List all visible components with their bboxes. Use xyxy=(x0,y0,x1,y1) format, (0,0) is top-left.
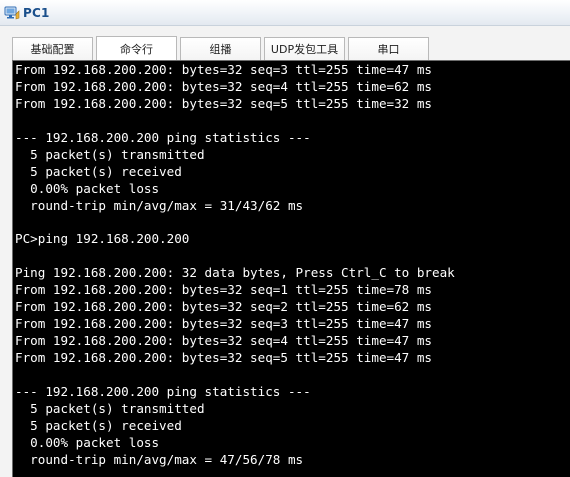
pc1-window: PC1 基础配置 命令行 组播 UDP发包工具 串口 From 192.168.… xyxy=(0,0,570,477)
tab-command-line[interactable]: 命令行 xyxy=(96,36,177,61)
terminal-line: 5 packet(s) received xyxy=(15,163,182,179)
terminal-line: 5 packet(s) received xyxy=(15,417,182,433)
terminal-line: 0.00% packet loss xyxy=(15,180,160,196)
terminal-line: From 192.168.200.200: bytes=32 seq=4 ttl… xyxy=(15,78,433,94)
tab-udp-tool-label: UDP发包工具 xyxy=(270,43,339,56)
pc-icon xyxy=(4,5,20,21)
tab-strip: 基础配置 命令行 组播 UDP发包工具 串口 xyxy=(0,26,570,62)
terminal-line: From 192.168.200.200: bytes=32 seq=4 ttl… xyxy=(15,333,433,348)
terminal-output[interactable]: From 192.168.200.200: bytes=32 seq=3 ttl… xyxy=(12,60,570,477)
terminal-line: --- 192.168.200.200 ping statistics --- xyxy=(15,129,311,145)
tab-udp-tool[interactable]: UDP发包工具 xyxy=(264,37,345,60)
tab-serial-label: 串口 xyxy=(377,43,400,56)
tab-basic-config-label: 基础配置 xyxy=(30,43,75,56)
title-bar: PC1 xyxy=(0,0,570,26)
tab-serial[interactable]: 串口 xyxy=(348,37,429,60)
terminal-line: 5 packet(s) transmitted xyxy=(15,400,205,416)
terminal-line: 5 packet(s) transmitted xyxy=(15,146,205,162)
tab-multicast[interactable]: 组播 xyxy=(180,37,261,60)
terminal-line: PC>ping 192.168.200.200 xyxy=(15,231,190,247)
terminal-line: --- 192.168.200.200 ping statistics --- xyxy=(15,383,311,399)
terminal-line: From 192.168.200.200: bytes=32 seq=5 ttl… xyxy=(15,95,433,111)
tab-multicast-label: 组播 xyxy=(209,43,232,56)
terminal-line: From 192.168.200.200: bytes=32 seq=1 ttl… xyxy=(15,282,433,298)
terminal-line: round-trip min/avg/max = 47/56/78 ms xyxy=(15,451,304,467)
terminal-line: From 192.168.200.200: bytes=32 seq=3 ttl… xyxy=(15,316,433,332)
tab-basic-config[interactable]: 基础配置 xyxy=(12,37,93,60)
terminal-line: From 192.168.200.200: bytes=32 seq=2 ttl… xyxy=(15,299,433,315)
tab-command-line-label: 命令行 xyxy=(120,43,153,56)
terminal-line: From 192.168.200.200: bytes=32 seq=5 ttl… xyxy=(15,349,433,365)
terminal-line: 0.00% packet loss xyxy=(15,434,160,450)
terminal-line: round-trip min/avg/max = 31/43/62 ms xyxy=(15,197,304,213)
terminal-line: From 192.168.200.200: bytes=32 seq=3 ttl… xyxy=(15,62,433,77)
terminal-line: Ping 192.168.200.200: 32 data bytes, Pre… xyxy=(15,265,455,281)
window-title: PC1 xyxy=(23,5,50,20)
